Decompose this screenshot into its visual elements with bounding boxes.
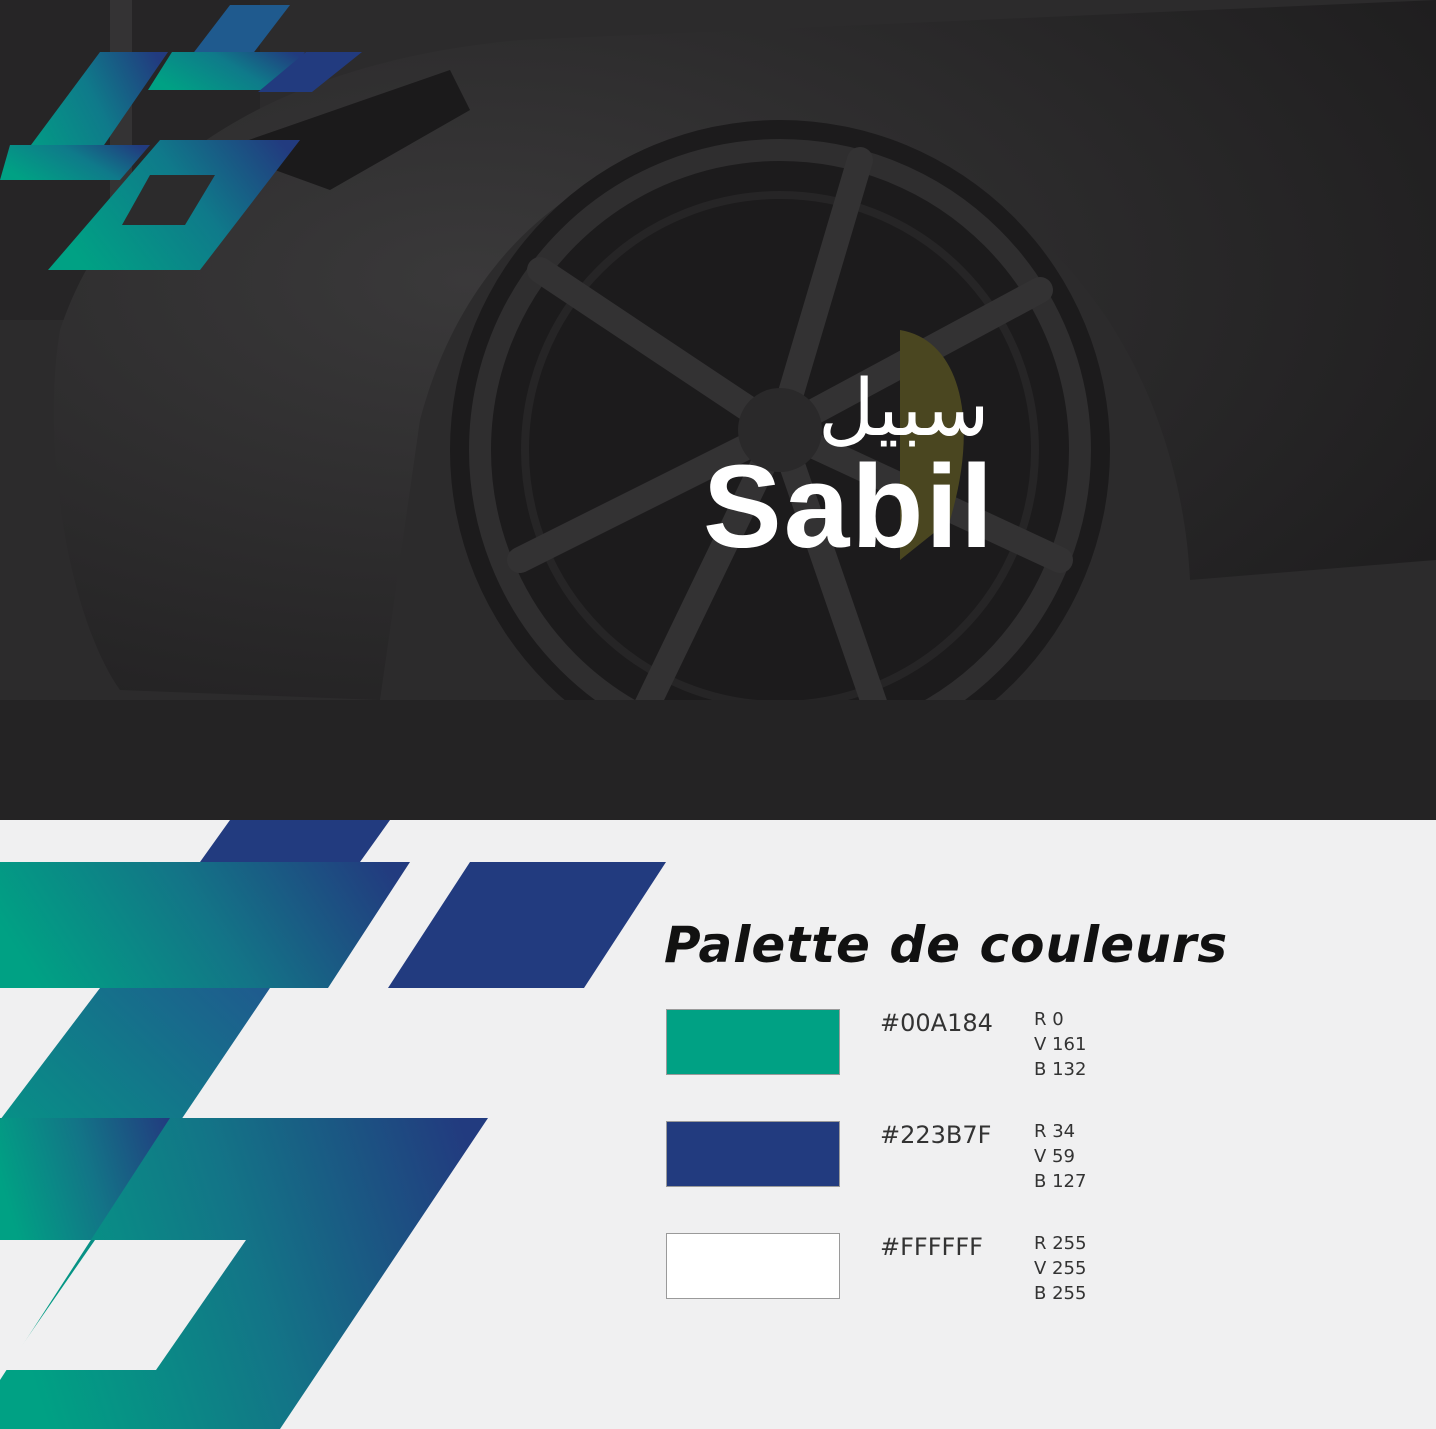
v-value: V 255	[1034, 1258, 1087, 1279]
rgb-values: R 0 V 161 B 132	[1034, 1007, 1086, 1082]
rgb-values: R 255 V 255 B 255	[1034, 1231, 1087, 1306]
color-swatch-white	[666, 1233, 840, 1299]
large-logo-mark	[0, 820, 666, 1429]
r-value: R 34	[1034, 1121, 1076, 1142]
hex-code: #223B7F	[880, 1121, 992, 1149]
palette-title: Palette de couleurs	[664, 916, 1229, 974]
color-row-secondary: #223B7F R 34 V 59 B 127	[666, 1119, 1186, 1194]
color-swatch-teal	[666, 1009, 840, 1075]
hex-code: #FFFFFF	[880, 1233, 983, 1261]
brand-arabic-name: سبيل	[818, 364, 990, 454]
v-value: V 161	[1034, 1034, 1087, 1055]
b-value: B 255	[1034, 1283, 1087, 1304]
sabil-logo-mark	[0, 5, 362, 270]
palette-section: Palette de couleurs #00A184 R 0 V 161 B …	[0, 820, 1436, 1429]
brand-latin-name: Sabil	[703, 441, 995, 573]
r-value: R 255	[1034, 1233, 1087, 1254]
hex-code: #00A184	[880, 1009, 993, 1037]
rgb-values: R 34 V 59 B 127	[1034, 1119, 1086, 1194]
color-row-white: #FFFFFF R 255 V 255 B 255	[666, 1231, 1186, 1306]
b-value: B 127	[1034, 1171, 1087, 1192]
hero-photo: سبيل Sabil	[0, 0, 1436, 820]
v-value: V 59	[1034, 1146, 1075, 1167]
r-value: R 0	[1034, 1009, 1064, 1030]
b-value: B 132	[1034, 1059, 1087, 1080]
color-swatch-blue	[666, 1121, 840, 1187]
color-row-primary: #00A184 R 0 V 161 B 132	[666, 1007, 1186, 1082]
